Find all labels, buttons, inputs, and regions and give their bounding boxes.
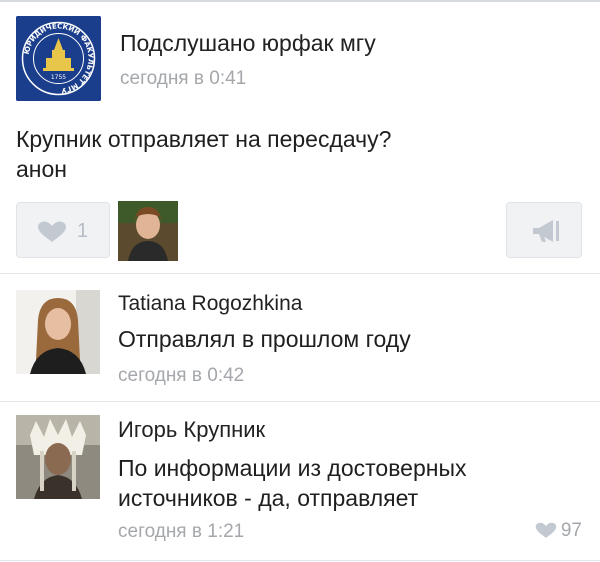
top-edge-divider (0, 0, 600, 2)
comment-avatar[interactable] (16, 290, 100, 374)
university-emblem-icon: ЮРИДИЧЕСКИЙ ФАКУЛЬТЕТ МГУ 1755 (16, 16, 101, 101)
comment-text-line: Отправлял в прошлом году (118, 326, 411, 352)
divider (0, 560, 600, 561)
post-text-line: анон (16, 156, 67, 182)
comment-item: Игорь Крупник По информации из достоверн… (0, 401, 600, 561)
post-header: ЮРИДИЧЕСКИЙ ФАКУЛЬТЕТ МГУ 1755 Подслушан… (16, 16, 586, 102)
like-count: 1 (77, 220, 89, 242)
comment-text: Отправлял в прошлом году (118, 324, 411, 354)
liker-avatar[interactable] (118, 201, 178, 261)
comment-avatar[interactable] (16, 415, 100, 499)
like-button[interactable]: 1 (16, 202, 110, 258)
comment-like-button[interactable]: 97 (535, 520, 582, 542)
comment-like-count: 97 (560, 520, 582, 541)
share-button[interactable] (506, 202, 582, 258)
comment-author[interactable]: Tatiana Rogozhkina (118, 292, 302, 316)
post-text: Крупник отправляет на пересдачу? анон (16, 124, 576, 184)
heart-icon (38, 221, 66, 242)
comment-time[interactable]: сегодня в 0:42 (118, 365, 244, 387)
liker-photo (118, 201, 178, 261)
comment-author[interactable]: Игорь Крупник (118, 417, 265, 443)
group-name[interactable]: Подслушано юрфак мгу (120, 30, 376, 57)
comment-text-line: источников - да, отправляет (118, 485, 419, 511)
post-text-line: Крупник отправляет на пересдачу? (16, 126, 392, 152)
group-logo[interactable]: ЮРИДИЧЕСКИЙ ФАКУЛЬТЕТ МГУ 1755 (16, 16, 101, 101)
post-time[interactable]: сегодня в 0:41 (120, 68, 246, 90)
commenter-photo (16, 415, 100, 499)
comment-item: Tatiana Rogozhkina Отправлял в прошлом г… (0, 273, 600, 401)
comment-time[interactable]: сегодня в 1:21 (118, 521, 244, 543)
logo-year: 1755 (51, 74, 66, 81)
heart-icon (535, 522, 557, 538)
commenter-photo (16, 290, 100, 374)
comment-text: По информации из достоверных источников … (118, 453, 466, 513)
megaphone-icon (533, 220, 559, 242)
comment-text-line: По информации из достоверных (118, 455, 467, 481)
